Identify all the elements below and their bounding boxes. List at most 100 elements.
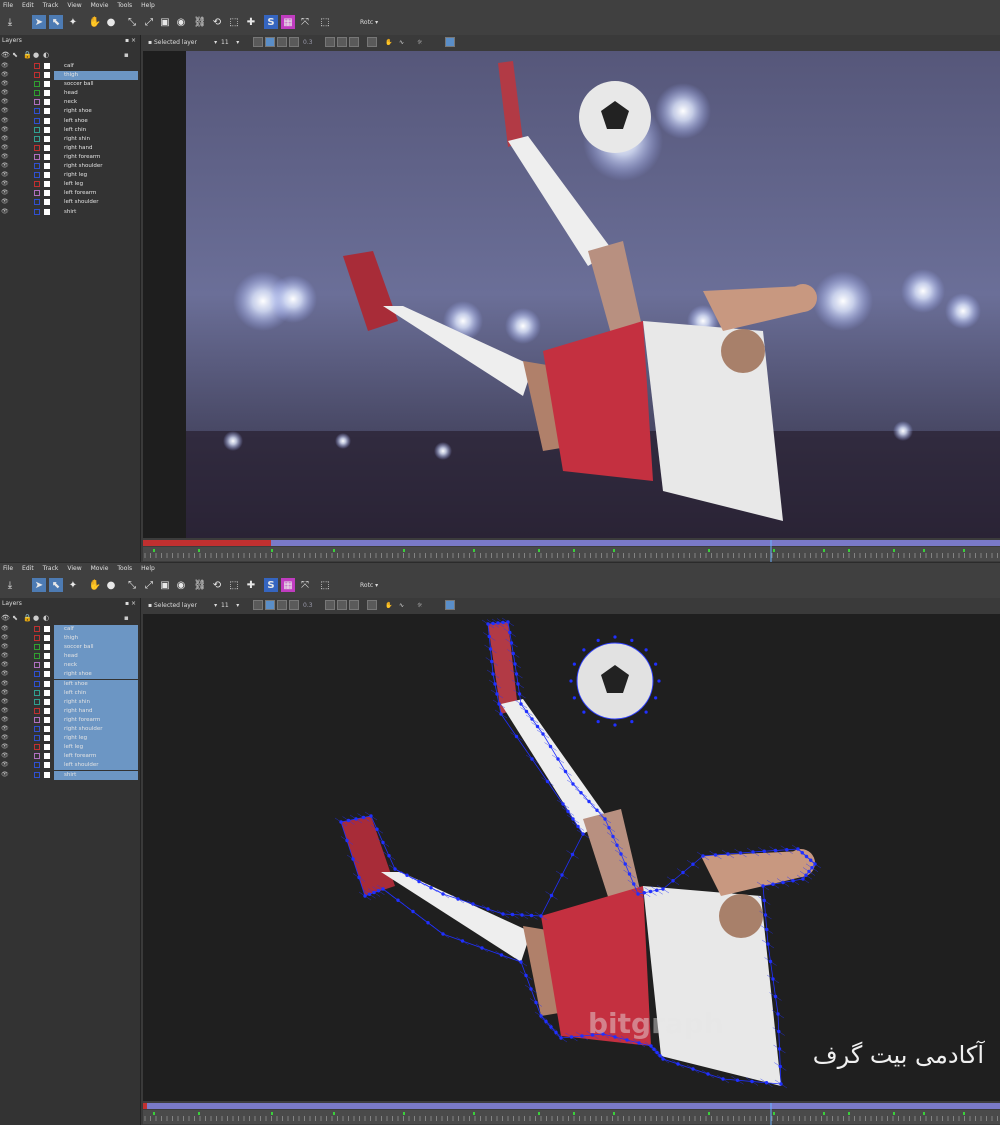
select-points-icon[interactable]: ⬉ bbox=[49, 578, 63, 592]
view-icon-1[interactable] bbox=[325, 37, 335, 47]
eye-icon[interactable]: 👁 bbox=[1, 634, 9, 641]
layer-item[interactable]: 👁 right hand bbox=[0, 706, 140, 716]
eye-icon[interactable]: 👁 bbox=[1, 652, 9, 659]
mask-icon[interactable] bbox=[289, 600, 299, 610]
layer-color-swatch[interactable] bbox=[34, 662, 40, 669]
s-surface-icon[interactable]: S bbox=[264, 15, 278, 29]
eye-icon[interactable]: 👁 bbox=[1, 707, 9, 714]
dot-icon[interactable]: ● bbox=[104, 578, 118, 592]
hand-icon[interactable]: ✋ bbox=[88, 15, 102, 29]
layer-select-dropdown[interactable]: ▪ Selected layer ▾ bbox=[148, 600, 217, 610]
layer-item[interactable]: 👁 head bbox=[0, 89, 140, 98]
layer-fill-swatch[interactable] bbox=[44, 735, 50, 742]
view-icon-2[interactable] bbox=[337, 600, 347, 610]
layer-color-swatch[interactable] bbox=[34, 190, 40, 197]
eye-icon[interactable]: 👁 bbox=[1, 180, 9, 187]
zoom-value[interactable]: 0.3 bbox=[303, 600, 313, 610]
eye-icon[interactable]: 👁 bbox=[1, 625, 9, 632]
layer-item[interactable]: 👁 left forearm bbox=[0, 189, 140, 198]
layer-fill-swatch[interactable] bbox=[44, 199, 50, 206]
menu-file[interactable]: File bbox=[3, 2, 13, 9]
rect-icon[interactable]: ▣ bbox=[158, 578, 172, 592]
eye-icon[interactable]: 👁 bbox=[1, 144, 9, 151]
layer-color-swatch[interactable] bbox=[34, 762, 40, 769]
layer-item[interactable]: 👁 right leg bbox=[0, 171, 140, 180]
eye-icon[interactable]: 👁 bbox=[1, 89, 9, 96]
eye-icon[interactable]: 👁 bbox=[1, 689, 9, 696]
menu-view[interactable]: View bbox=[67, 565, 81, 572]
layer-color-swatch[interactable] bbox=[34, 753, 40, 760]
layer-fill-swatch[interactable] bbox=[44, 653, 50, 660]
eye-icon[interactable]: 👁 bbox=[1, 62, 9, 69]
layer-item[interactable]: 👁 left forearm bbox=[0, 752, 140, 762]
timeline[interactable] bbox=[143, 1101, 1000, 1125]
layer-color-swatch[interactable] bbox=[34, 181, 40, 188]
text-a-icon[interactable] bbox=[265, 600, 275, 610]
link-icon[interactable]: ⛓ bbox=[193, 578, 207, 592]
layer-item[interactable]: 👁 right leg bbox=[0, 734, 140, 744]
layer-item[interactable]: 👁 neck bbox=[0, 98, 140, 107]
layer-item[interactable]: 👁 right forearm bbox=[0, 153, 140, 162]
export-icon[interactable] bbox=[445, 600, 455, 610]
layer-color-swatch[interactable] bbox=[34, 698, 40, 705]
layer-fill-swatch[interactable] bbox=[44, 90, 50, 97]
layer-fill-swatch[interactable] bbox=[44, 680, 50, 687]
layer-item[interactable]: 👁 left shoe bbox=[0, 679, 140, 689]
select-points-icon[interactable]: ⬉ bbox=[49, 15, 63, 29]
hand-icon[interactable]: ✋ bbox=[88, 578, 102, 592]
layer-fill-swatch[interactable] bbox=[44, 81, 50, 88]
eye-icon[interactable]: 👁 bbox=[1, 117, 9, 124]
hand-track-icon[interactable]: ✋ bbox=[385, 37, 392, 47]
curve-icon[interactable]: ∿ bbox=[399, 600, 404, 610]
layer-fill-swatch[interactable] bbox=[44, 126, 50, 133]
layer-fill-swatch[interactable] bbox=[44, 172, 50, 179]
export-icon[interactable] bbox=[445, 37, 455, 47]
eye-icon[interactable]: 👁 bbox=[1, 126, 9, 133]
menu-movie[interactable]: Movie bbox=[91, 2, 109, 9]
grid-icon[interactable]: ▦ bbox=[281, 15, 295, 29]
circle-icon[interactable]: ◉ bbox=[174, 15, 188, 29]
layer-item[interactable]: 👁 left shoe bbox=[0, 117, 140, 126]
layer-fill-swatch[interactable] bbox=[44, 190, 50, 197]
layer-color-swatch[interactable] bbox=[34, 735, 40, 742]
layer-color-swatch[interactable] bbox=[34, 135, 40, 142]
eye-icon[interactable]: 👁 bbox=[1, 162, 9, 169]
menu-movie[interactable]: Movie bbox=[91, 565, 109, 572]
eye-icon[interactable]: 👁 bbox=[1, 761, 9, 768]
layer-color-swatch[interactable] bbox=[34, 644, 40, 651]
layer-fill-swatch[interactable] bbox=[44, 771, 50, 778]
download-icon[interactable]: ⤓ bbox=[3, 15, 17, 29]
panel-dock-icon[interactable]: ▪ × bbox=[125, 37, 136, 44]
transform-icon[interactable]: ⟲ bbox=[210, 15, 224, 29]
eye-icon[interactable]: 👁 bbox=[1, 743, 9, 750]
layer-item[interactable]: 👁 left chin bbox=[0, 688, 140, 698]
layer-color-swatch[interactable] bbox=[34, 626, 40, 632]
layer-item[interactable]: 👁 left shoulder bbox=[0, 761, 140, 771]
layer-fill-swatch[interactable] bbox=[44, 163, 50, 170]
eye-icon[interactable]: 👁 bbox=[1, 752, 9, 759]
eye-icon[interactable]: 👁 bbox=[1, 171, 9, 178]
layer-item[interactable]: 👁 right hand bbox=[0, 144, 140, 153]
layer-fill-swatch[interactable] bbox=[44, 108, 50, 115]
layer-item[interactable]: 👁 right shoulder bbox=[0, 725, 140, 735]
layer-fill-swatch[interactable] bbox=[44, 135, 50, 142]
menu-track[interactable]: Track bbox=[43, 2, 59, 9]
collapse-icon[interactable]: ⤧ bbox=[298, 15, 312, 29]
layer-color-swatch[interactable] bbox=[34, 689, 40, 696]
layer-color-swatch[interactable] bbox=[34, 671, 40, 678]
link-icon[interactable]: ⛓ bbox=[193, 15, 207, 29]
layer-color-swatch[interactable] bbox=[34, 72, 40, 79]
eye-icon[interactable]: 👁 bbox=[1, 698, 9, 705]
scale-icon[interactable]: ⬚ bbox=[227, 578, 241, 592]
view-icon-2[interactable] bbox=[337, 37, 347, 47]
select-arrow-icon[interactable]: ➤ bbox=[32, 578, 46, 592]
eye-icon[interactable]: 👁 bbox=[1, 771, 9, 778]
layer-item[interactable]: 👁 right shin bbox=[0, 135, 140, 144]
add-point-icon[interactable]: ✦ bbox=[66, 578, 80, 592]
layer-color-swatch[interactable] bbox=[34, 144, 40, 151]
mask-icon[interactable] bbox=[289, 37, 299, 47]
s-surface-icon[interactable]: S bbox=[264, 578, 278, 592]
menu-file[interactable]: File bbox=[3, 565, 13, 572]
layer-item[interactable]: 👁 thigh bbox=[0, 634, 140, 644]
size-dropdown[interactable]: 11 ▾ bbox=[221, 37, 239, 47]
